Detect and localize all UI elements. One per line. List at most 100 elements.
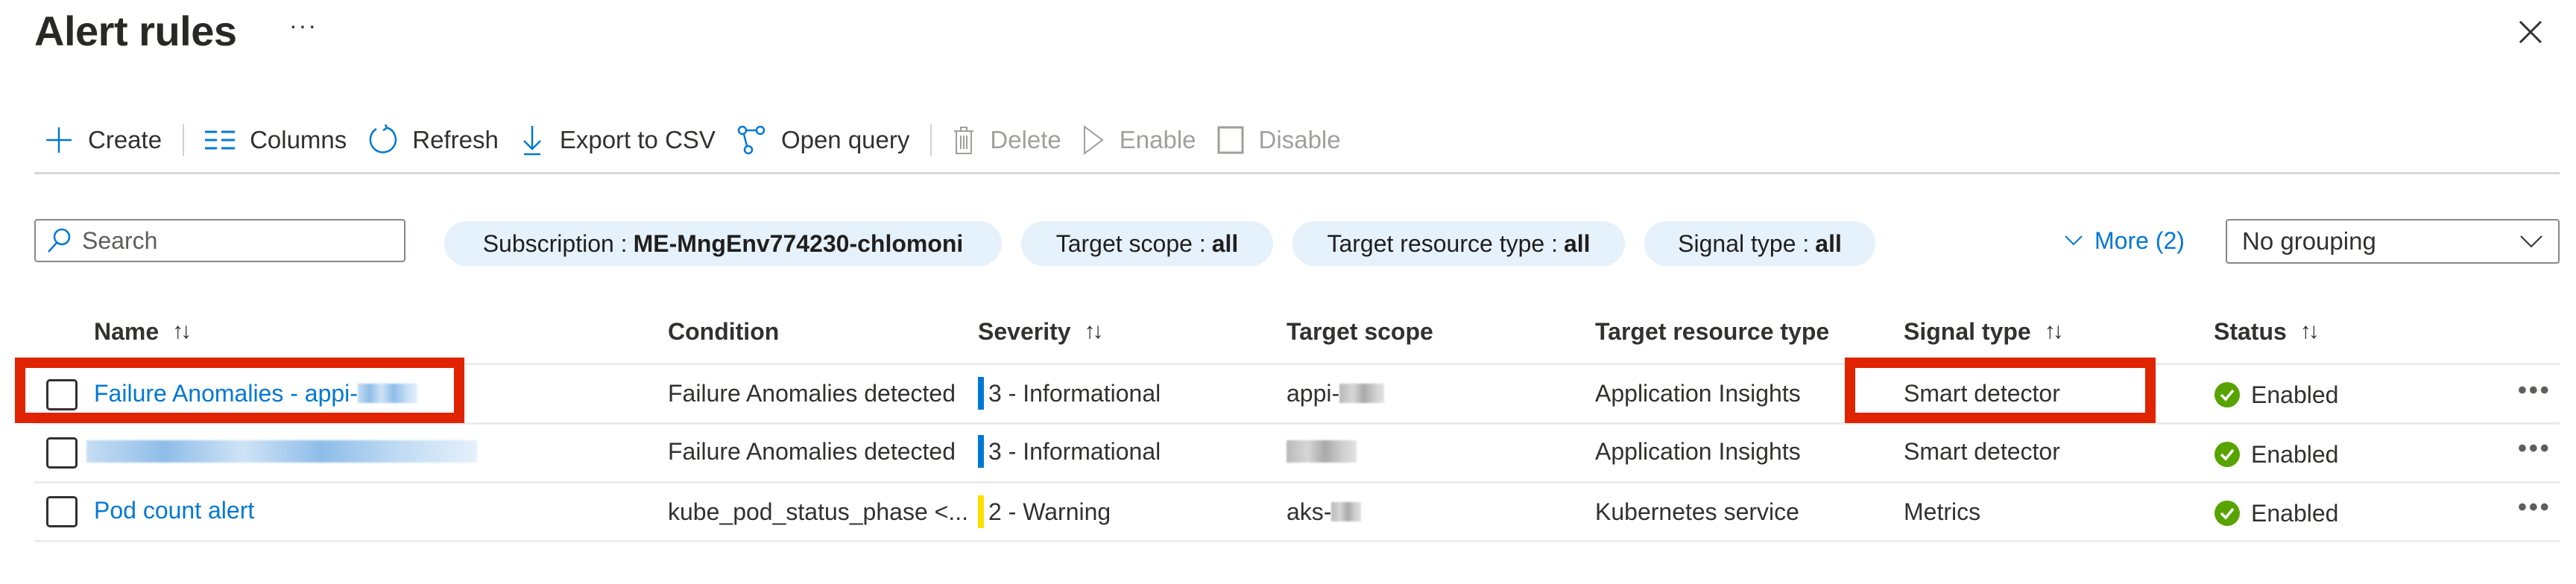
target-scope-cell: aks- (1287, 493, 1362, 530)
sort-icon[interactable]: ↑↓ (172, 319, 192, 344)
row-more-button[interactable]: ••• (2518, 430, 2551, 467)
filter-value: all (1211, 229, 1239, 257)
column-header-severity[interactable]: Severity ↑↓ (978, 313, 1104, 350)
column-header-condition: Condition (668, 313, 779, 350)
row-checkbox[interactable] (46, 496, 78, 527)
command-bar: Create Columns Refresh Export to CSV Ope… (34, 119, 1351, 161)
target-resource-type-cell: Application Insights (1595, 379, 1801, 407)
severity-indicator (978, 435, 984, 468)
chevron-down-icon (2520, 235, 2542, 248)
sort-icon[interactable]: ↑↓ (2045, 319, 2064, 344)
create-label: Create (88, 126, 162, 153)
grouping-dropdown[interactable]: No grouping (2226, 219, 2560, 264)
severity-cell: 3 - Informational (978, 375, 1161, 412)
severity-cell: 2 - Warning (978, 493, 1111, 530)
delete-button[interactable]: Delete (942, 119, 1071, 161)
more-filters-button[interactable]: More (2) (2065, 223, 2185, 258)
grouping-value: No grouping (2242, 227, 2376, 255)
filter-value: all (1815, 229, 1842, 257)
target-scope-text: appi- (1287, 379, 1340, 407)
column-header-target-scope: Target scope (1287, 313, 1433, 350)
refresh-label: Refresh (412, 126, 499, 153)
enable-button[interactable]: Enable (1072, 119, 1207, 161)
search-icon (48, 228, 71, 253)
stop-icon (1217, 126, 1244, 154)
more-filters-label: More (2) (2094, 226, 2185, 254)
severity-cell: 3 - Informational (978, 433, 1161, 470)
row-more-button[interactable]: ••• (2518, 372, 2551, 409)
column-header-signal-type[interactable]: Signal type ↑↓ (1904, 313, 2064, 350)
row-checkbox[interactable] (46, 437, 78, 469)
column-label: Status (2214, 317, 2287, 345)
filter-value: all (1563, 229, 1591, 257)
column-header-target-resource-type: Target resource type (1595, 313, 1829, 350)
toolbar-separator (930, 124, 932, 156)
column-label: Condition (668, 317, 780, 345)
filter-label: Target scope : (1055, 229, 1206, 257)
refresh-button[interactable]: Refresh (357, 119, 509, 161)
column-header-name[interactable]: Name ↑↓ (94, 313, 192, 350)
row-more-button[interactable]: ••• (2518, 489, 2551, 526)
open-query-button[interactable]: Open query (726, 119, 920, 161)
refresh-icon (369, 124, 397, 153)
search-input[interactable] (80, 226, 382, 256)
status-text: Enabled (2251, 440, 2339, 468)
plus-icon (46, 127, 72, 153)
column-label: Name (94, 317, 160, 345)
rule-name-link[interactable]: Failure Anomalies - appi- (94, 375, 417, 412)
redacted-text (1331, 502, 1362, 521)
column-header-status[interactable]: Status ↑↓ (2214, 313, 2320, 350)
severity-text: 2 - Warning (988, 498, 1111, 525)
status-cell: Enabled (2214, 436, 2338, 473)
condition-cell: Failure Anomalies detected (668, 379, 956, 407)
columns-label: Columns (250, 126, 347, 153)
target-resource-type-cell: Kubernetes service (1595, 498, 1799, 525)
filter-pill-signal-type[interactable]: Signal type : all (1644, 221, 1875, 266)
check-circle-icon (2214, 501, 2240, 526)
row-checkbox[interactable] (46, 379, 78, 410)
filter-pill-target-scope[interactable]: Target scope : all (1021, 221, 1273, 266)
target-resource-type-cell: Application Insights (1595, 437, 1801, 465)
column-label: Severity (978, 317, 1071, 345)
sort-icon[interactable]: ↑↓ (2300, 319, 2320, 344)
page-more-button[interactable]: ··· (289, 10, 318, 40)
signal-type-cell: Metrics (1904, 498, 1981, 525)
enable-label: Enable (1119, 126, 1196, 153)
row-select (46, 376, 78, 413)
filter-pill-subscription[interactable]: Subscription : ME-MngEnv774230-chlomoni (444, 221, 1002, 266)
disable-label: Disable (1258, 126, 1341, 153)
rule-name-link[interactable]: Pod count alert (94, 492, 254, 529)
filter-pill-target-resource-type[interactable]: Target resource type : all (1292, 221, 1625, 266)
filter-label: Signal type : (1678, 229, 1810, 257)
status-text: Enabled (2251, 381, 2339, 408)
redacted-text (1339, 384, 1385, 403)
table-row[interactable]: Pod count alert kube_pod_status_phase <.… (0, 483, 2576, 541)
severity-indicator (978, 377, 984, 410)
toolbar-separator (183, 124, 185, 156)
table-row[interactable]: Failure Anomalies - appi- Failure Anomal… (0, 364, 2576, 422)
redacted-text (1287, 440, 1357, 463)
severity-text: 3 - Informational (988, 379, 1161, 407)
row-select (46, 493, 78, 530)
disable-button[interactable]: Disable (1207, 119, 1351, 161)
sort-icon[interactable]: ↑↓ (1085, 319, 1104, 344)
status-text: Enabled (2251, 499, 2339, 527)
row-select (46, 434, 78, 472)
rule-name-link[interactable] (86, 433, 477, 470)
columns-icon (205, 130, 236, 150)
export-csv-button[interactable]: Export to CSV (509, 119, 726, 161)
export-csv-label: Export to CSV (559, 126, 716, 153)
create-button[interactable]: Create (34, 119, 172, 161)
severity-indicator (978, 495, 984, 528)
trash-icon (954, 127, 974, 154)
open-query-label: Open query (780, 126, 910, 153)
table-row[interactable]: Failure Anomalies detected 3 - Informati… (0, 424, 2576, 482)
download-icon (523, 126, 541, 156)
columns-button[interactable]: Columns (195, 119, 357, 161)
status-cell: Enabled (2214, 376, 2338, 413)
signal-type-cell: Smart detector (1904, 379, 2060, 407)
search-box[interactable] (34, 219, 405, 262)
close-button[interactable] (2515, 16, 2546, 48)
column-label: Target scope (1287, 317, 1433, 345)
signal-type-cell: Smart detector (1904, 437, 2060, 465)
